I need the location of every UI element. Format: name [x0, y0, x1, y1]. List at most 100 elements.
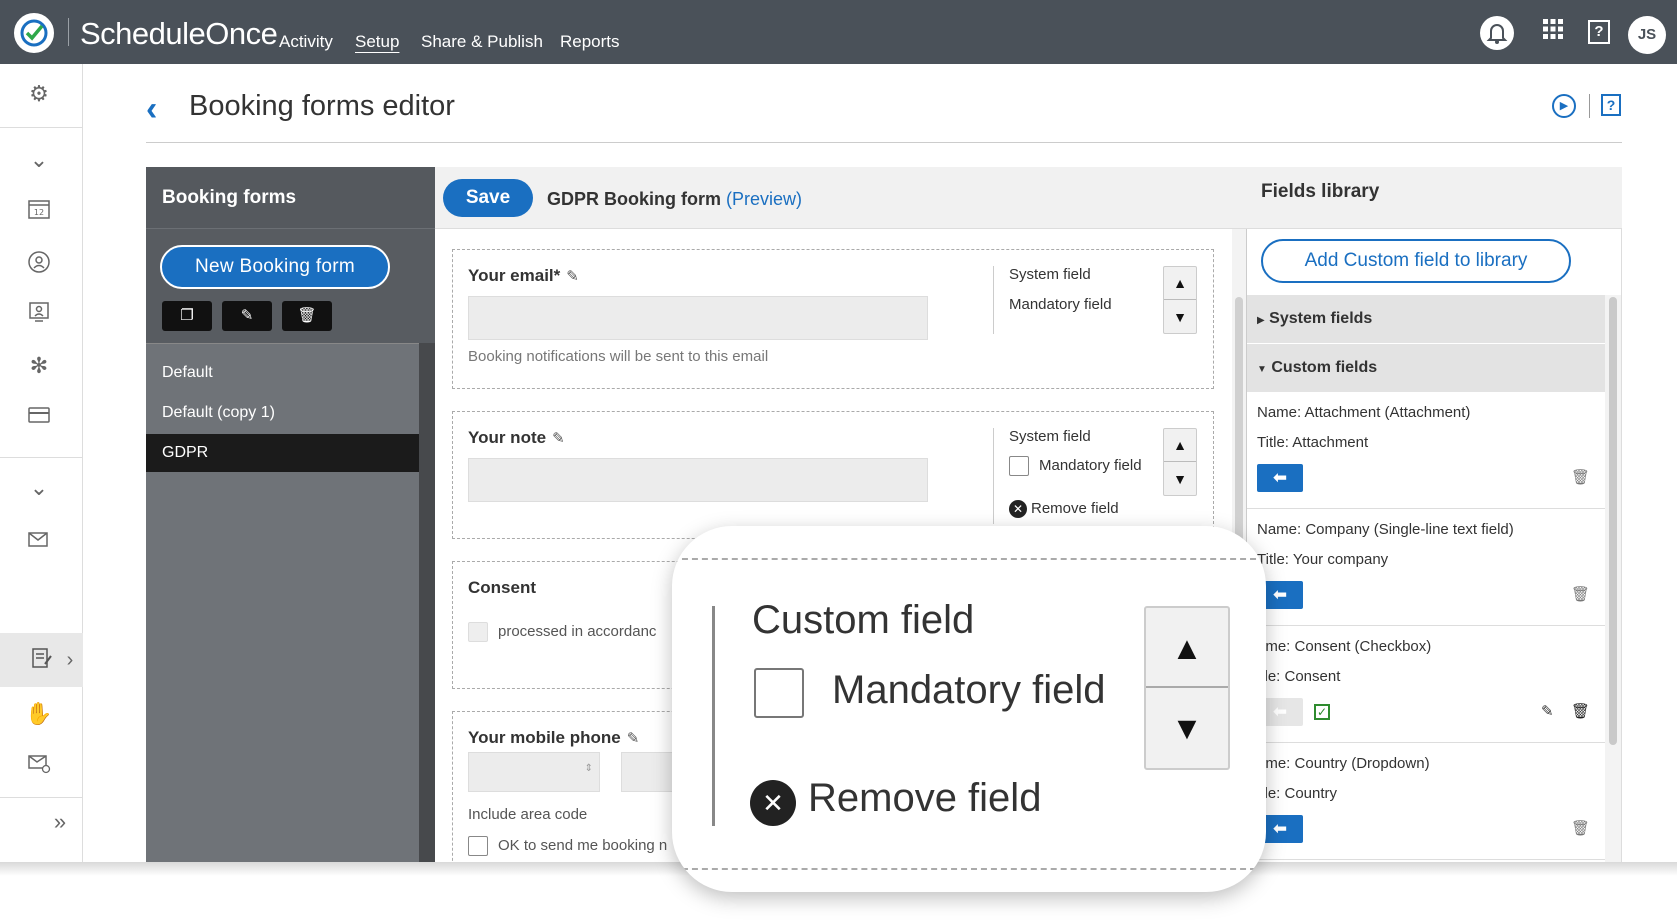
zoom-reorder-arrows: ▲ ▼ [1144, 606, 1230, 770]
sidebar-divider [0, 797, 83, 798]
credit-card-icon[interactable] [25, 404, 53, 432]
delete-form-button[interactable]: 🗑 [282, 301, 332, 331]
library-item-company: Name: Company (Single-line text field) T… [1247, 509, 1605, 626]
select-arrows-icon: ⇕ [584, 763, 593, 774]
library-item-attachment: Name: Attachment (Attachment) Title: Att… [1247, 392, 1605, 509]
pencil-icon: ✎ [240, 307, 254, 324]
pencil-icon[interactable]: ✎ [1541, 702, 1554, 720]
zoom-mandatory-checkbox[interactable] [754, 668, 804, 718]
note-input[interactable] [468, 458, 928, 502]
fields-library-panel: Fields library Add Custom field to libra… [1247, 167, 1622, 864]
zoom-mandatory-text: Mandatory field [832, 668, 1106, 712]
library-item-title: Title: Attachment [1257, 434, 1369, 451]
top-navbar: ScheduleOnce Activity Setup Share & Publ… [0, 0, 1677, 64]
add-to-form-arrow-icon[interactable]: ⬅ [1257, 464, 1303, 492]
zoom-move-down-arrow-icon[interactable]: ▼ [1146, 688, 1228, 768]
email-edit-icon[interactable] [25, 528, 53, 556]
mandatory-checkbox[interactable] [1009, 456, 1029, 476]
save-button[interactable]: Save [443, 179, 533, 217]
field-your-note[interactable]: Your note ✎ System field Mandatory field … [452, 411, 1214, 539]
field-your-email[interactable]: Your email* ✎ Booking notifications will … [452, 249, 1214, 389]
booking-forms-header: Booking forms [146, 167, 435, 229]
fields-library-title: Fields library [1261, 181, 1380, 202]
forms-list-scrollbar[interactable] [419, 343, 435, 864]
move-down-arrow-icon[interactable]: ▼ [1164, 301, 1196, 334]
booking-forms-list: Default Default (copy 1) GDPR [146, 343, 419, 864]
move-down-arrow-icon[interactable]: ▼ [1164, 463, 1196, 496]
form-item-default[interactable]: Default [146, 354, 419, 392]
zoom-dashed-border [672, 868, 1266, 870]
field-type-text: System field [1009, 428, 1091, 445]
booking-form-icon[interactable] [28, 646, 56, 674]
nav-share-publish[interactable]: Share & Publish [421, 32, 543, 52]
consent-checkbox[interactable] [468, 622, 488, 642]
in-use-check-icon: ✓ [1314, 704, 1330, 720]
help-icon[interactable]: ? [1588, 20, 1610, 44]
booking-forms-panel: Booking forms New Booking form ❐ ✎ 🗑 Def… [146, 167, 435, 864]
zoom-remove-field-text[interactable]: Remove field [808, 776, 1041, 821]
chevron-down-icon[interactable]: ⌄ [25, 474, 53, 502]
trash-icon[interactable]: 🗑 [1571, 702, 1590, 720]
form-item-default-copy[interactable]: Default (copy 1) [146, 394, 419, 432]
bell-icon[interactable] [1480, 16, 1514, 50]
copy-icon: ❐ [180, 307, 194, 324]
pencil-icon[interactable]: ✎ [566, 268, 579, 285]
add-custom-field-button[interactable]: Add Custom field to library [1261, 239, 1571, 283]
meta-divider [993, 428, 994, 524]
caret-down-icon: ▼ [1257, 364, 1267, 375]
user-sync-icon[interactable] [25, 250, 53, 278]
page-help-icon[interactable]: ? [1601, 94, 1621, 116]
zoom-move-up-arrow-icon[interactable]: ▲ [1146, 608, 1228, 688]
custom-fields-section[interactable]: ▼ Custom fields [1247, 344, 1605, 392]
integrations-icon[interactable]: ✻ [25, 352, 53, 380]
move-up-arrow-icon[interactable]: ▲ [1164, 267, 1196, 300]
handshake-icon[interactable]: ✋ [25, 700, 53, 728]
library-scrollbar-thumb[interactable] [1609, 297, 1617, 745]
presenter-icon[interactable] [25, 300, 53, 328]
nav-reports[interactable]: Reports [560, 32, 620, 52]
email-at-icon[interactable] [25, 752, 53, 780]
library-item-country: ame: Country (Dropdown) itle: Country ⬅ … [1247, 743, 1605, 860]
duplicate-form-button[interactable]: ❐ [162, 301, 212, 331]
trash-icon[interactable]: 🗑 [1571, 585, 1590, 603]
new-booking-form-button[interactable]: New Booking form [160, 245, 390, 289]
remove-circle-icon: ✕ [1009, 500, 1027, 519]
form-name-heading: GDPR Booking form (Preview) [547, 189, 802, 210]
play-video-icon[interactable]: ▶ [1552, 94, 1576, 118]
sidebar-divider [0, 457, 83, 458]
nav-setup[interactable]: Setup [355, 32, 399, 52]
back-chevron-icon[interactable]: ‹ [146, 90, 157, 129]
calendar-icon[interactable]: 12 [25, 198, 53, 226]
remove-field-link[interactable]: ✕ Remove field [1009, 500, 1119, 519]
app-logo-icon[interactable] [14, 13, 54, 53]
trash-icon[interactable]: 🗑 [1571, 468, 1590, 486]
header-divider-line [146, 142, 1622, 143]
zoom-callout: Custom field Mandatory field ✕ Remove fi… [672, 526, 1266, 892]
sms-consent-checkbox[interactable] [468, 836, 488, 856]
meta-divider [993, 266, 994, 334]
chevron-right-icon[interactable]: › [56, 646, 84, 674]
library-item-name: ame: Consent (Checkbox) [1257, 638, 1432, 655]
chevron-down-icon[interactable]: ⌄ [25, 146, 53, 174]
pencil-icon[interactable]: ✎ [552, 430, 565, 447]
apps-grid-icon[interactable] [1542, 18, 1564, 46]
trash-icon[interactable]: 🗑 [1571, 819, 1590, 837]
email-input[interactable] [468, 296, 928, 340]
nav-activity[interactable]: Activity [279, 32, 333, 52]
sidebar-divider [0, 127, 83, 128]
expand-double-chevron-icon[interactable]: » [46, 808, 74, 836]
country-code-select[interactable]: ⇕ [468, 752, 600, 792]
library-item-title: Title: Your company [1257, 551, 1389, 568]
system-fields-section[interactable]: ▶ System fields [1247, 295, 1605, 343]
pencil-icon[interactable]: ✎ [627, 730, 640, 747]
edit-form-button[interactable]: ✎ [222, 301, 272, 331]
user-avatar[interactable]: JS [1628, 16, 1666, 54]
form-item-gdpr[interactable]: GDPR [146, 434, 419, 472]
move-up-arrow-icon[interactable]: ▲ [1164, 429, 1196, 462]
page-title: Booking forms editor [189, 90, 455, 122]
settings-gear-icon[interactable]: ⚙ [25, 80, 53, 108]
fields-library-header: Fields library [1247, 167, 1622, 229]
booking-forms-title: Booking forms [162, 187, 297, 208]
preview-link[interactable]: (Preview) [726, 189, 802, 209]
zoom-remove-circle-icon[interactable]: ✕ [750, 780, 796, 826]
